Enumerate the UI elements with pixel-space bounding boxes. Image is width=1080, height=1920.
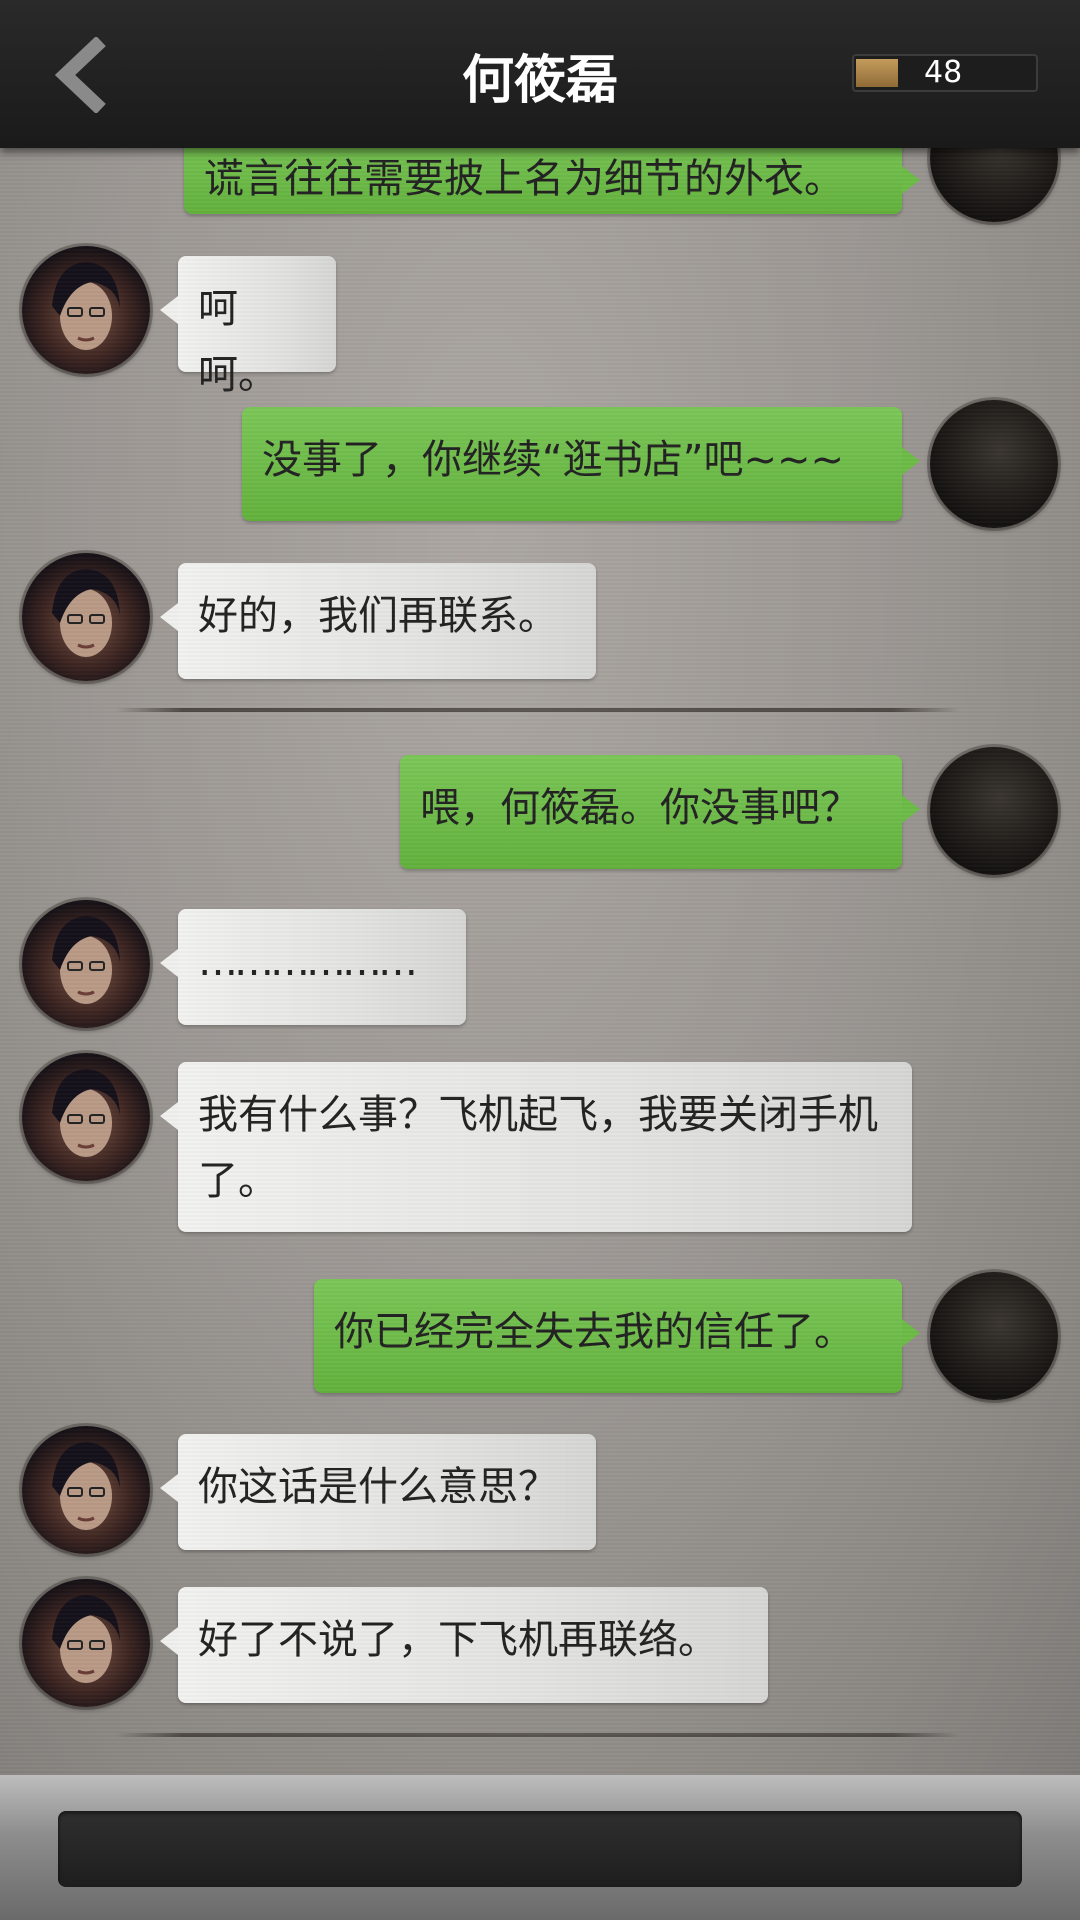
contact-avatar[interactable] bbox=[22, 553, 150, 681]
conversation-separator bbox=[115, 1733, 960, 1737]
contact-avatar[interactable] bbox=[22, 246, 150, 374]
portrait-icon bbox=[52, 1069, 120, 1157]
portrait-icon bbox=[52, 1595, 120, 1683]
bottom-bar bbox=[0, 1775, 1080, 1920]
portrait-icon bbox=[52, 1442, 120, 1530]
self-avatar[interactable] bbox=[930, 747, 1058, 875]
portrait-icon bbox=[52, 916, 120, 1004]
message-incoming: 你这话是什么意思？ bbox=[160, 1434, 596, 1550]
message-outgoing: 喂，何筱磊。你没事吧？ bbox=[400, 755, 920, 869]
message-incoming: 好的，我们再联系。 bbox=[160, 563, 596, 679]
message-outgoing: 你已经完全失去我的信任了。 bbox=[314, 1279, 920, 1393]
portrait-icon bbox=[52, 262, 120, 350]
counter-value: 48 bbox=[924, 55, 963, 90]
message-incoming: ……………… bbox=[160, 909, 466, 1025]
conversation-separator bbox=[115, 708, 960, 712]
contact-avatar[interactable] bbox=[22, 1426, 150, 1554]
progress-counter: 48 bbox=[852, 54, 1038, 92]
self-avatar[interactable] bbox=[930, 1272, 1058, 1400]
contact-avatar[interactable] bbox=[22, 1579, 150, 1707]
header-bar: 何筱磊 48 bbox=[0, 0, 1080, 148]
message-outgoing: 没事了，你继续“逛书店”吧~~~ bbox=[242, 407, 920, 521]
portrait-icon bbox=[52, 569, 120, 657]
contact-avatar[interactable] bbox=[22, 1053, 150, 1181]
message-incoming: 好了不说了，下飞机再联络。 bbox=[160, 1587, 768, 1703]
contact-avatar[interactable] bbox=[22, 900, 150, 1028]
counter-fill bbox=[856, 59, 898, 87]
chat-background[interactable]: 谎言往往需要披上名为细节的外衣。 呵呵。 没事了，你继续“逛书店”吧~~~ 好的… bbox=[0, 0, 1080, 1775]
message-incoming: 呵呵。 bbox=[160, 256, 336, 398]
message-incoming: 我有什么事？飞机起飞，我要关闭手机了。 bbox=[160, 1062, 912, 1232]
self-avatar[interactable] bbox=[930, 400, 1058, 528]
reply-input[interactable] bbox=[58, 1811, 1022, 1887]
